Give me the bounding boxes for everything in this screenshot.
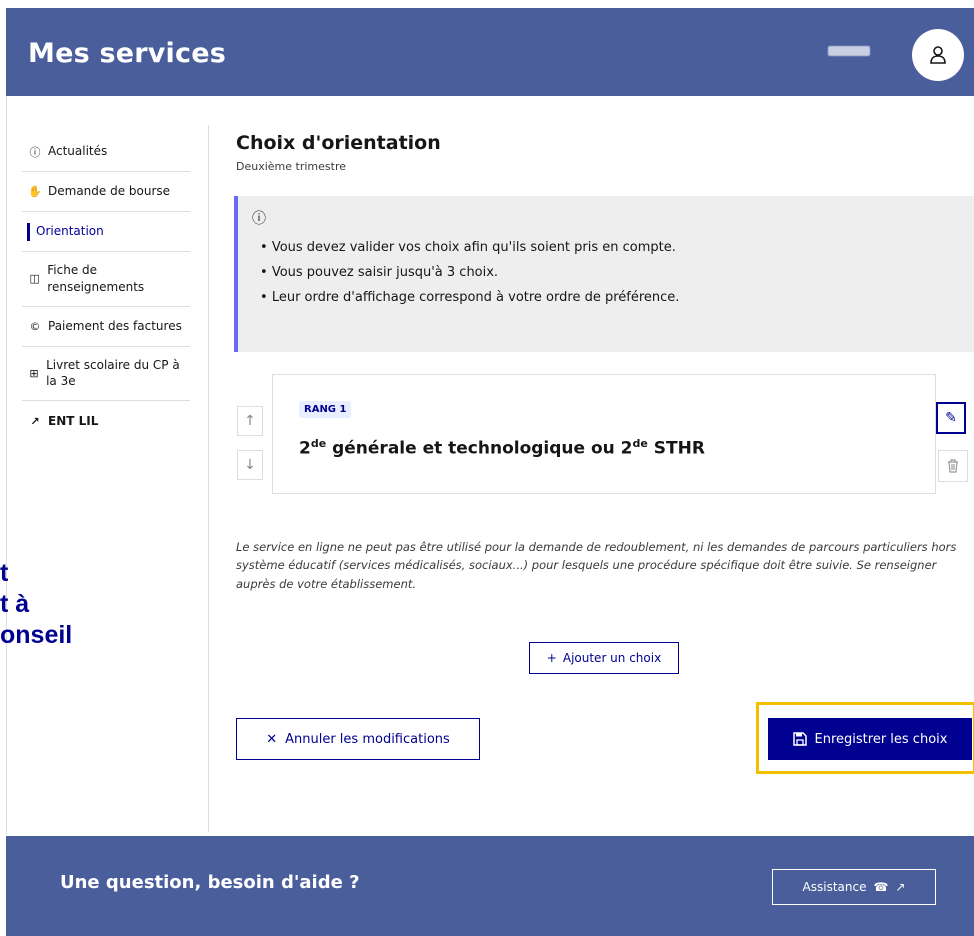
sidebar-item-ent[interactable]: ↗ ENT LIL: [22, 401, 190, 441]
arrow-up-icon: ↑: [244, 413, 256, 429]
info-icon: ⓘ: [252, 211, 266, 227]
sidebar-border: [6, 96, 7, 834]
page-subtitle: Deuxième trimestre: [236, 160, 346, 173]
footer: Une question, besoin d'aide ? Assistance…: [6, 836, 974, 936]
external-link-icon: ↗: [30, 414, 40, 428]
arrow-down-icon: ↓: [244, 457, 256, 473]
sidebar-item-label: Fiche de renseignements: [47, 263, 145, 294]
rank-badge: RANG 1: [299, 401, 352, 418]
move-down-button[interactable]: ↓: [237, 450, 263, 480]
edit-button[interactable]: ✎: [936, 402, 966, 434]
app-title: Mes services: [28, 38, 226, 69]
sidebar-item-orientation[interactable]: Orientation: [22, 212, 190, 252]
active-indicator: [27, 222, 30, 241]
close-icon: ✕: [266, 731, 278, 747]
user-icon: [930, 46, 946, 64]
coin-icon: ©: [29, 319, 41, 333]
info-icon: ⓘ: [29, 145, 41, 159]
trash-icon: [948, 459, 958, 473]
user-name-blurred: [828, 46, 870, 56]
user-avatar-button[interactable]: [912, 29, 964, 81]
support-icon: ☎: [873, 880, 889, 894]
assistance-label: Assistance: [802, 880, 867, 894]
add-choice-label: Ajouter un choix: [562, 651, 662, 665]
cancel-button[interactable]: ✕ Annuler les modifications: [236, 718, 480, 760]
sidebar-nav: ⓘ Actualités ✋ Demande de bourse Orienta…: [22, 132, 190, 441]
header: Mes services: [6, 8, 974, 96]
plus-icon: +: [546, 651, 557, 665]
sidebar-item-bourse[interactable]: ✋ Demande de bourse: [22, 172, 190, 212]
footer-title: Une question, besoin d'aide ?: [60, 872, 360, 893]
sidebar-item-label: Demande de bourse: [48, 184, 171, 199]
sidebar-item-label: Paiement des factures: [48, 318, 182, 333]
assistance-button[interactable]: Assistance ☎ ↗: [772, 869, 936, 905]
book-icon: ⊞: [29, 366, 39, 380]
save-icon: [792, 732, 807, 746]
move-up-button[interactable]: ↑: [237, 406, 263, 436]
add-choice-button[interactable]: + Ajouter un choix: [529, 642, 679, 674]
external-link-icon: ↗: [895, 880, 906, 894]
notice-item: Vous devez valider vos choix afin qu'ils…: [260, 240, 679, 255]
save-button[interactable]: Enregistrer les choix: [768, 718, 972, 760]
sidebar-item-label: ENT LIL: [48, 413, 99, 428]
sidebar-item-label: Actualités: [48, 144, 108, 159]
choice-label: 2de générale et technologique ou 2de STH…: [299, 437, 705, 459]
notice-item: Vous pouvez saisir jusqu'à 3 choix.: [260, 265, 679, 280]
sidebar-item-paiement[interactable]: © Paiement des factures: [22, 307, 190, 347]
info-notice: ⓘ Vous devez valider vos choix afin qu'i…: [234, 196, 974, 352]
choice-card: RANG 1 2de générale et technologique ou …: [272, 374, 936, 494]
disclaimer-text: Le service en ligne ne peut pas être uti…: [236, 540, 957, 591]
pencil-icon: ✎: [945, 410, 957, 426]
sidebar-item-label: Livret scolaire du CP à la 3e: [46, 357, 180, 389]
delete-button[interactable]: [938, 450, 968, 482]
page-title: Choix d'orientation: [236, 132, 441, 154]
overlay-caption: t t à onseil: [0, 559, 73, 649]
sidebar-item-livret[interactable]: ⊞ Livret scolaire du CP à la 3e: [22, 347, 190, 402]
save-label: Enregistrer les choix: [814, 731, 948, 747]
sidebar-divider: [208, 125, 209, 832]
form-icon: ◫: [29, 272, 40, 286]
coins-hand-icon: ✋: [28, 185, 42, 198]
cancel-label: Annuler les modifications: [285, 731, 450, 747]
notice-list: Vous devez valider vos choix afin qu'ils…: [260, 240, 680, 315]
sidebar-item-label: Orientation: [36, 224, 104, 239]
notice-item: Leur ordre d'affichage correspond à votr…: [260, 290, 680, 305]
sidebar-item-actualites[interactable]: ⓘ Actualités: [22, 132, 190, 172]
sidebar-item-fiche[interactable]: ◫ Fiche de renseignements: [22, 252, 190, 307]
